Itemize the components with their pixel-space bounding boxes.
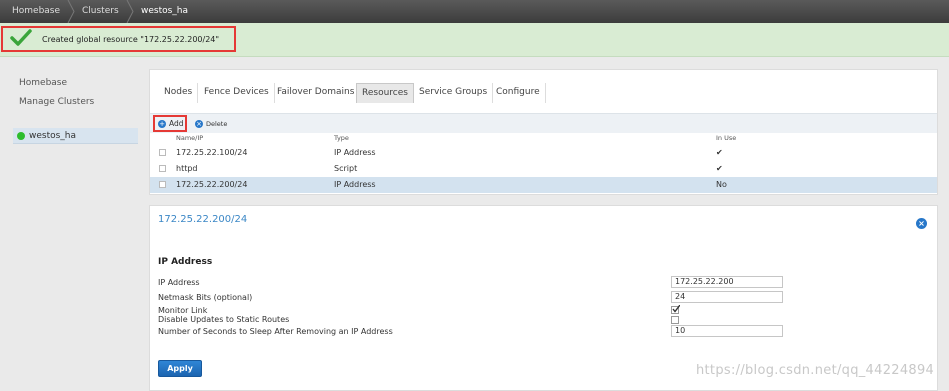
- column-name: Name/IP: [176, 134, 204, 142]
- ip-address-input[interactable]: 172.25.22.200: [671, 276, 783, 288]
- success-notice: Created global resource "172.25.22.200/2…: [0, 23, 949, 57]
- top-bar: Homebase Clusters westos_ha: [0, 0, 949, 23]
- checkmark-icon: [10, 29, 32, 46]
- apply-button[interactable]: Apply: [158, 360, 202, 377]
- breadcrumb-current: westos_ha: [141, 6, 189, 16]
- disable-updates-checkbox[interactable]: [671, 316, 679, 324]
- column-type: Type: [334, 134, 349, 142]
- close-icon[interactable]: ×: [916, 218, 927, 229]
- column-in-use: In Use: [716, 134, 737, 142]
- row-type: IP Address: [334, 148, 376, 157]
- netmask-label: Netmask Bits (optional): [158, 293, 253, 302]
- breadcrumb-homebase[interactable]: Homebase: [12, 0, 60, 23]
- row-name: httpd: [176, 164, 198, 173]
- breadcrumb-separator-icon: [67, 0, 75, 23]
- row-checkbox[interactable]: [159, 165, 166, 172]
- add-button[interactable]: Add: [169, 119, 184, 128]
- sleep-seconds-label: Number of Seconds to Sleep After Removin…: [158, 327, 393, 336]
- add-icon: +: [158, 120, 166, 128]
- section-heading: IP Address: [158, 257, 213, 267]
- sleep-seconds-input[interactable]: 10: [671, 325, 783, 337]
- table-row[interactable]: 172.25.22.100/24 IP Address ✔: [150, 145, 937, 161]
- resources-panel: Nodes Fence Devices Failover Domains Res…: [149, 69, 938, 195]
- tab-service-groups[interactable]: Service Groups: [414, 83, 494, 103]
- disable-updates-label: Disable Updates to Static Routes: [158, 315, 290, 324]
- resource-toolbar: + Add × Delete: [150, 113, 937, 133]
- delete-button[interactable]: Delete: [206, 120, 227, 128]
- notice-message: Created global resource "172.25.22.200/2…: [42, 35, 220, 44]
- row-type: IP Address: [334, 180, 376, 189]
- tab-fence-devices[interactable]: Fence Devices: [199, 83, 275, 103]
- nav-homebase[interactable]: Homebase: [19, 78, 67, 88]
- tab-failover-domains[interactable]: Failover Domains: [272, 83, 361, 103]
- row-checkbox[interactable]: [159, 149, 166, 156]
- checkmark-icon: [672, 305, 680, 313]
- row-name: 172.25.22.200/24: [176, 180, 248, 189]
- netmask-input[interactable]: 24: [671, 291, 783, 303]
- row-checkbox[interactable]: [159, 181, 166, 188]
- tab-nodes[interactable]: Nodes: [159, 83, 199, 103]
- detail-title: 172.25.22.200/24: [158, 214, 248, 225]
- row-name: 172.25.22.100/24: [176, 148, 248, 157]
- monitor-link-checkbox[interactable]: [671, 305, 680, 314]
- breadcrumb-clusters[interactable]: Clusters: [82, 0, 119, 23]
- nav-manage-clusters[interactable]: Manage Clusters: [19, 97, 94, 107]
- table-header: Name/IP Type In Use: [150, 133, 937, 144]
- monitor-link-label: Monitor Link: [158, 306, 208, 315]
- status-dot-icon: [17, 132, 25, 140]
- row-in-use: ✔: [716, 148, 723, 157]
- table-row[interactable]: httpd Script ✔: [150, 161, 937, 177]
- table-row[interactable]: 172.25.22.200/24 IP Address No: [150, 177, 937, 193]
- cluster-name: westos_ha: [29, 131, 77, 141]
- delete-icon: ×: [195, 120, 203, 128]
- cluster-item-westos-ha[interactable]: westos_ha: [13, 128, 138, 144]
- row-in-use: No: [716, 180, 727, 189]
- ip-address-label: IP Address: [158, 278, 200, 287]
- row-in-use: ✔: [716, 164, 723, 173]
- breadcrumb-separator-icon: [126, 0, 134, 23]
- tab-configure[interactable]: Configure: [491, 83, 546, 103]
- row-type: Script: [334, 164, 358, 173]
- watermark: https://blog.csdn.net/qq_44224894: [696, 363, 935, 378]
- tab-resources[interactable]: Resources: [356, 83, 414, 103]
